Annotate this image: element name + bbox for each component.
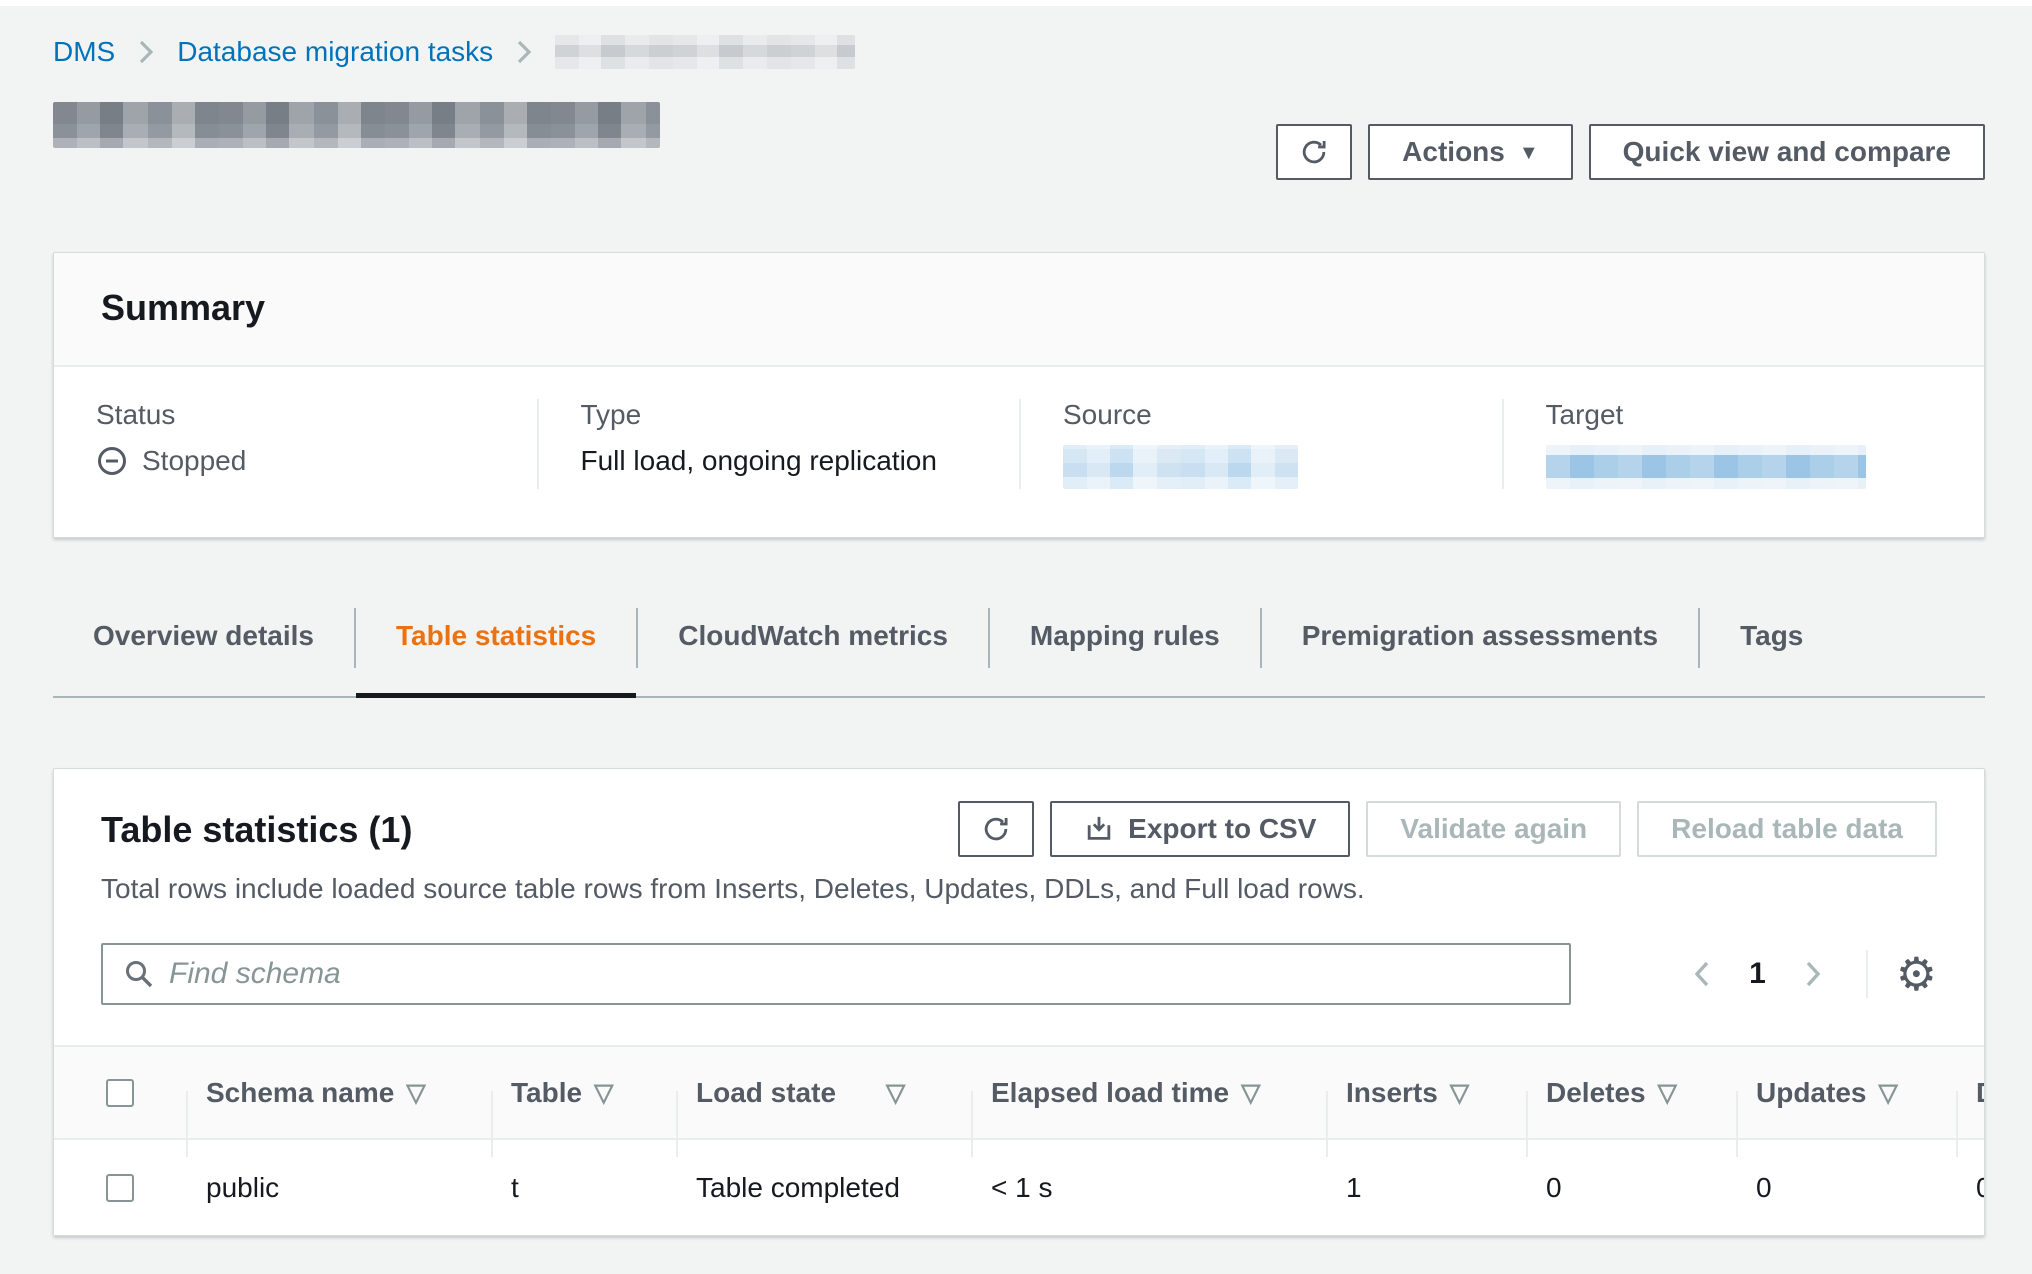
- summary-type-column: Type Full load, ongoing replication: [537, 399, 1020, 489]
- summary-status-column: Status Stopped: [54, 399, 537, 489]
- column-header-deletes[interactable]: Deletes ▽: [1526, 1077, 1736, 1109]
- summary-grid: Status Stopped Type Full load, ongoing r…: [54, 367, 1984, 537]
- tab-overview-details[interactable]: Overview details: [53, 608, 354, 696]
- quick-view-compare-label: Quick view and compare: [1623, 136, 1951, 168]
- summary-card: Summary Status Stopped Type Full load, o…: [53, 252, 1985, 538]
- cell-table: t: [491, 1172, 676, 1204]
- column-header-updates[interactable]: Updates ▽: [1736, 1077, 1956, 1109]
- select-all-cell: [54, 1079, 186, 1107]
- table-statistics-header-area: Table statistics (1) Export to CSV: [54, 769, 1984, 1005]
- type-value: Full load, ongoing replication: [581, 445, 978, 477]
- redacted-task-name-title: [53, 102, 660, 148]
- sort-icon: ▽: [886, 1078, 905, 1108]
- previous-page-button[interactable]: [1683, 951, 1721, 997]
- download-icon: [1084, 814, 1114, 844]
- redacted-current-task-crumb: [555, 35, 855, 69]
- redacted-target-endpoint-link[interactable]: [1546, 445, 1866, 489]
- sort-icon: ▽: [594, 1078, 613, 1108]
- refresh-icon: [1299, 137, 1329, 167]
- reload-table-data-label: Reload table data: [1671, 813, 1903, 845]
- table-statistics-table: Schema name ▽ Table ▽ Load state ▽ Elaps…: [54, 1045, 1984, 1235]
- column-header-load-state[interactable]: Load state ▽: [676, 1077, 971, 1109]
- table-statistics-description: Total rows include loaded source table r…: [101, 873, 1937, 905]
- actions-button-label: Actions: [1402, 136, 1505, 168]
- cell-load-state: Table completed: [676, 1172, 971, 1204]
- sort-icon: ▽: [1450, 1078, 1469, 1108]
- select-all-checkbox[interactable]: [106, 1079, 134, 1107]
- column-header-clipped[interactable]: D: [1956, 1077, 1985, 1109]
- current-page-number: 1: [1749, 957, 1766, 991]
- sort-icon: ▽: [1658, 1078, 1677, 1108]
- export-csv-button[interactable]: Export to CSV: [1050, 801, 1350, 857]
- table-statistics-title: Table statistics (1): [101, 801, 412, 851]
- table-header-row: Schema name ▽ Table ▽ Load state ▽ Elaps…: [54, 1045, 1984, 1140]
- validate-again-label: Validate again: [1400, 813, 1587, 845]
- cell-deletes: 0: [1526, 1172, 1736, 1204]
- sort-icon: ▽: [406, 1078, 425, 1108]
- page-content: DMS Database migration tasks Actions ▼ Q…: [0, 6, 2032, 1236]
- row-checkbox[interactable]: [106, 1174, 134, 1202]
- source-label: Source: [1063, 399, 1460, 431]
- table-statistics-card: Table statistics (1) Export to CSV: [53, 768, 1985, 1236]
- tab-mapping-rules[interactable]: Mapping rules: [990, 608, 1260, 696]
- status-text: Stopped: [142, 445, 246, 477]
- reload-table-data-button[interactable]: Reload table data: [1637, 801, 1937, 857]
- target-label: Target: [1546, 399, 1943, 431]
- cell-elapsed-load-time: < 1 s: [971, 1172, 1326, 1204]
- table-refresh-button[interactable]: [958, 801, 1034, 857]
- tab-table-statistics[interactable]: Table statistics: [356, 608, 636, 696]
- status-label: Status: [96, 399, 495, 431]
- status-value: Stopped: [96, 445, 495, 477]
- validate-again-button[interactable]: Validate again: [1366, 801, 1621, 857]
- tab-cloudwatch-metrics[interactable]: CloudWatch metrics: [638, 608, 988, 696]
- summary-title: Summary: [101, 287, 1937, 329]
- column-header-schema-name[interactable]: Schema name ▽: [186, 1077, 491, 1109]
- summary-card-header: Summary: [54, 253, 1984, 367]
- header-actions: Actions ▼ Quick view and compare: [1276, 124, 1985, 180]
- summary-source-column: Source: [1019, 399, 1502, 489]
- cell-inserts: 1: [1326, 1172, 1526, 1204]
- task-detail-tabs: Overview details Table statistics CloudW…: [53, 608, 1985, 698]
- pagination: 1 ⚙: [1683, 950, 1937, 998]
- sort-icon: ▽: [1878, 1078, 1897, 1108]
- next-page-button[interactable]: [1794, 951, 1832, 997]
- table-actions: Export to CSV Validate again Reload tabl…: [958, 801, 1937, 857]
- find-schema-input[interactable]: [101, 943, 1571, 1005]
- actions-button[interactable]: Actions ▼: [1368, 124, 1572, 180]
- chevron-right-icon: [511, 37, 537, 67]
- filter-row: 1 ⚙: [101, 943, 1937, 1005]
- caret-down-icon: ▼: [1519, 143, 1539, 163]
- page-header: Actions ▼ Quick view and compare: [53, 96, 1985, 180]
- cell-updates: 0: [1736, 1172, 1956, 1204]
- cell-schema-name: public: [186, 1172, 491, 1204]
- refresh-icon: [981, 814, 1011, 844]
- row-select-cell: [54, 1174, 186, 1202]
- tab-premigration-assessments[interactable]: Premigration assessments: [1262, 608, 1698, 696]
- column-header-table[interactable]: Table ▽: [491, 1077, 676, 1109]
- preferences-gear-icon[interactable]: ⚙: [1896, 951, 1937, 997]
- quick-view-compare-button[interactable]: Quick view and compare: [1589, 124, 1985, 180]
- chevron-right-icon: [133, 37, 159, 67]
- redacted-source-endpoint-link[interactable]: [1063, 445, 1298, 489]
- stopped-status-icon: [96, 445, 128, 477]
- breadcrumb-link-dms[interactable]: DMS: [53, 36, 115, 68]
- pagination-divider: [1866, 950, 1868, 998]
- refresh-button[interactable]: [1276, 124, 1352, 180]
- sort-icon: ▽: [1241, 1078, 1260, 1108]
- column-header-inserts[interactable]: Inserts ▽: [1326, 1077, 1526, 1109]
- tab-tags[interactable]: Tags: [1700, 608, 1843, 696]
- table-row: public t Table completed < 1 s 1 0 0 0: [54, 1140, 1984, 1235]
- schema-search: [101, 943, 1571, 1005]
- breadcrumb-link-migration-tasks[interactable]: Database migration tasks: [177, 36, 493, 68]
- breadcrumb: DMS Database migration tasks: [53, 32, 1985, 72]
- search-icon: [123, 958, 155, 990]
- export-csv-label: Export to CSV: [1128, 813, 1316, 845]
- column-header-elapsed-load-time[interactable]: Elapsed load time ▽: [971, 1077, 1326, 1109]
- summary-target-column: Target: [1502, 399, 1985, 489]
- type-label: Type: [581, 399, 978, 431]
- cell-clipped: 0: [1956, 1172, 1985, 1204]
